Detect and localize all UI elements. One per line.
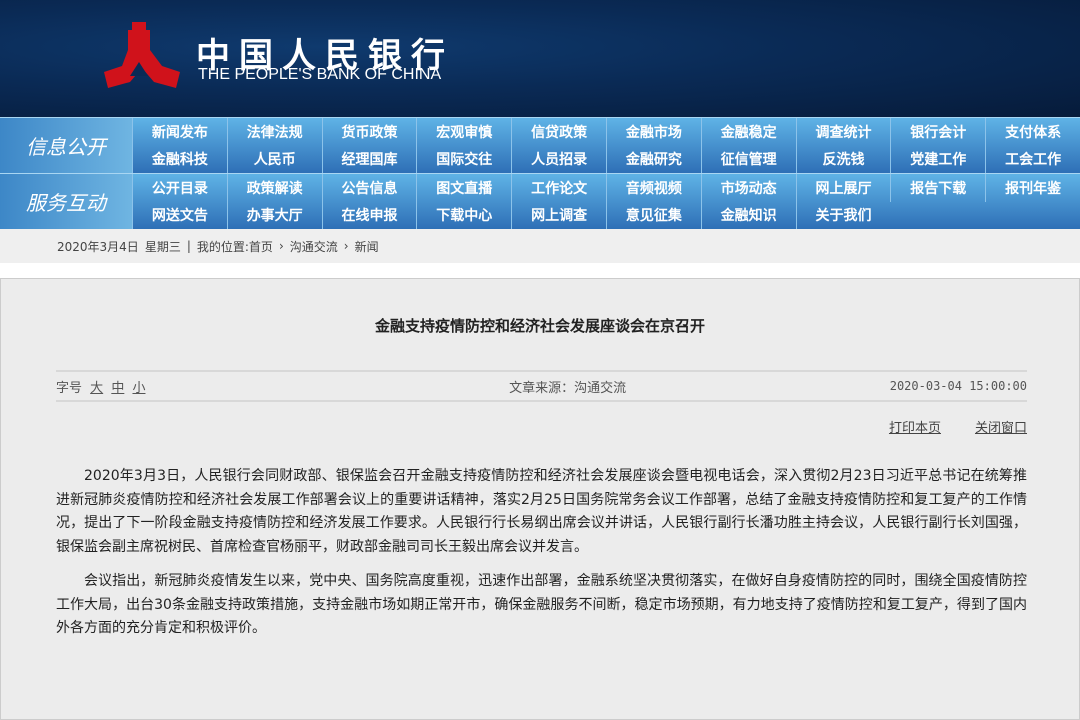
nav-item[interactable]: 党建工作 bbox=[890, 145, 985, 173]
nav-item[interactable]: 法律法规 bbox=[226, 118, 322, 146]
chevron-right-icon: › bbox=[278, 239, 284, 253]
nav-item[interactable]: 网上展厅 bbox=[795, 174, 891, 202]
font-large-button[interactable]: 大 bbox=[90, 381, 103, 396]
article-tools: 打印本页 关闭窗口 bbox=[889, 417, 1027, 436]
font-size-controls: 字号 大 中 小 bbox=[56, 377, 145, 396]
logo-english-text: THE PEOPLE'S BANK OF CHINA bbox=[198, 66, 442, 83]
print-page-link[interactable]: 打印本页 bbox=[889, 417, 941, 436]
nav-section-label: 服务互动 bbox=[0, 174, 132, 229]
chevron-right-icon: › bbox=[343, 239, 349, 253]
article-title: 金融支持疫情防控和经济社会发展座谈会在京召开 bbox=[374, 317, 705, 335]
nav-item[interactable]: 下载中心 bbox=[416, 201, 511, 229]
nav-item[interactable]: 金融市场 bbox=[606, 118, 701, 146]
pboc-logo-icon bbox=[104, 22, 180, 88]
nav-item[interactable]: 公开目录 bbox=[132, 174, 227, 202]
font-size-label: 字号 bbox=[56, 380, 83, 396]
close-window-link[interactable]: 关闭窗口 bbox=[975, 417, 1027, 436]
article-body: 2020年3月3日，人民银行会同财政部、银保监会召开金融支持疫情防控和经济社会发… bbox=[56, 465, 1027, 652]
article-meta: 字号 大 中 小 文章来源：沟通交流 2020-03-04 15:00:00 bbox=[56, 370, 1027, 402]
breadcrumb-news: 新闻 bbox=[354, 239, 379, 254]
nav-item[interactable]: 网上调查 bbox=[511, 201, 606, 229]
breadcrumb: 2020年3月4日 星期三 | 我的位置: 首页 › 沟通交流 › 新闻 bbox=[0, 229, 1080, 263]
nav-item[interactable]: 经理国库 bbox=[321, 145, 417, 173]
site-header: 中国人民银行 THE PEOPLE'S BANK OF CHINA bbox=[0, 0, 1080, 117]
nav-item[interactable]: 工会工作 bbox=[985, 145, 1080, 173]
nav-item[interactable]: 新闻发布 bbox=[132, 118, 227, 146]
nav-item[interactable]: 金融科技 bbox=[132, 145, 227, 173]
nav-item[interactable]: 公告信息 bbox=[321, 174, 417, 202]
nav-item[interactable]: 在线申报 bbox=[321, 201, 417, 229]
nav-item[interactable]: 图文直播 bbox=[416, 174, 511, 202]
nav-item[interactable]: 宏观审慎 bbox=[416, 118, 511, 146]
nav-item[interactable]: 金融稳定 bbox=[700, 118, 796, 146]
location-label: 我的位置: bbox=[196, 239, 249, 254]
nav-item[interactable]: 货币政策 bbox=[321, 118, 417, 146]
nav-item[interactable]: 报告下载 bbox=[890, 174, 985, 202]
nav-item[interactable]: 银行会计 bbox=[890, 118, 985, 146]
article-paragraph: 2020年3月3日，人民银行会同财政部、银保监会召开金融支持疫情防控和经济社会发… bbox=[56, 468, 1027, 555]
nav-item[interactable]: 金融知识 bbox=[700, 201, 796, 229]
nav-service-interaction: 服务互动 公开目录 政策解读 公告信息 图文直播 工作论文 音频视频 市场动态 网上展厅 报告下… bbox=[0, 173, 1080, 229]
nav-item[interactable]: 人员招录 bbox=[511, 145, 606, 173]
font-small-button[interactable]: 小 bbox=[132, 381, 145, 396]
article-container: 金融支持疫情防控和经济社会发展座谈会在京召开 字号 大 中 小 文章来源：沟通交… bbox=[0, 278, 1080, 720]
nav-info-disclosure: 信息公开 新闻发布 法律法规 货币政策 宏观审慎 信贷政策 金融市场 金融稳定 调查统计 银行会… bbox=[0, 117, 1080, 173]
font-medium-button[interactable]: 中 bbox=[111, 381, 124, 396]
nav-item[interactable]: 网送文告 bbox=[132, 201, 227, 229]
nav-item[interactable]: 市场动态 bbox=[700, 174, 796, 202]
nav-item[interactable]: 意见征集 bbox=[606, 201, 701, 229]
nav-item[interactable]: 反洗钱 bbox=[795, 145, 891, 173]
breadcrumb-communication[interactable]: 沟通交流 bbox=[290, 238, 338, 255]
nav-item[interactable]: 工作论文 bbox=[511, 174, 606, 202]
nav-item[interactable]: 支付体系 bbox=[985, 118, 1080, 146]
nav-item[interactable]: 信贷政策 bbox=[511, 118, 606, 146]
current-date: 2020年3月4日 bbox=[57, 239, 139, 254]
nav-section-label: 信息公开 bbox=[0, 118, 132, 173]
nav-item[interactable]: 金融研究 bbox=[606, 145, 701, 173]
breadcrumb-home[interactable]: 首页 bbox=[249, 238, 273, 255]
nav-item[interactable]: 政策解读 bbox=[226, 174, 322, 202]
article-datetime: 2020-03-04 15:00:00 bbox=[889, 379, 1027, 393]
nav-item[interactable]: 办事大厅 bbox=[226, 201, 322, 229]
nav-item[interactable]: 征信管理 bbox=[700, 145, 796, 173]
nav-item[interactable]: 报刊年鉴 bbox=[985, 174, 1080, 202]
nav-item[interactable]: 人民币 bbox=[226, 145, 322, 173]
nav-item[interactable]: 关于我们 bbox=[795, 201, 891, 229]
article-source: 文章来源：沟通交流 bbox=[509, 380, 627, 396]
weekday: 星期三 bbox=[144, 239, 181, 254]
nav-item[interactable]: 国际交往 bbox=[416, 145, 511, 173]
nav-item[interactable]: 音频视频 bbox=[606, 174, 701, 202]
separator: | bbox=[186, 239, 191, 253]
nav-item[interactable]: 调查统计 bbox=[795, 118, 891, 146]
article-paragraph: 会议指出，新冠肺炎疫情发生以来，党中央、国务院高度重视，迅速作出部署，金融系统坚… bbox=[56, 573, 1027, 636]
